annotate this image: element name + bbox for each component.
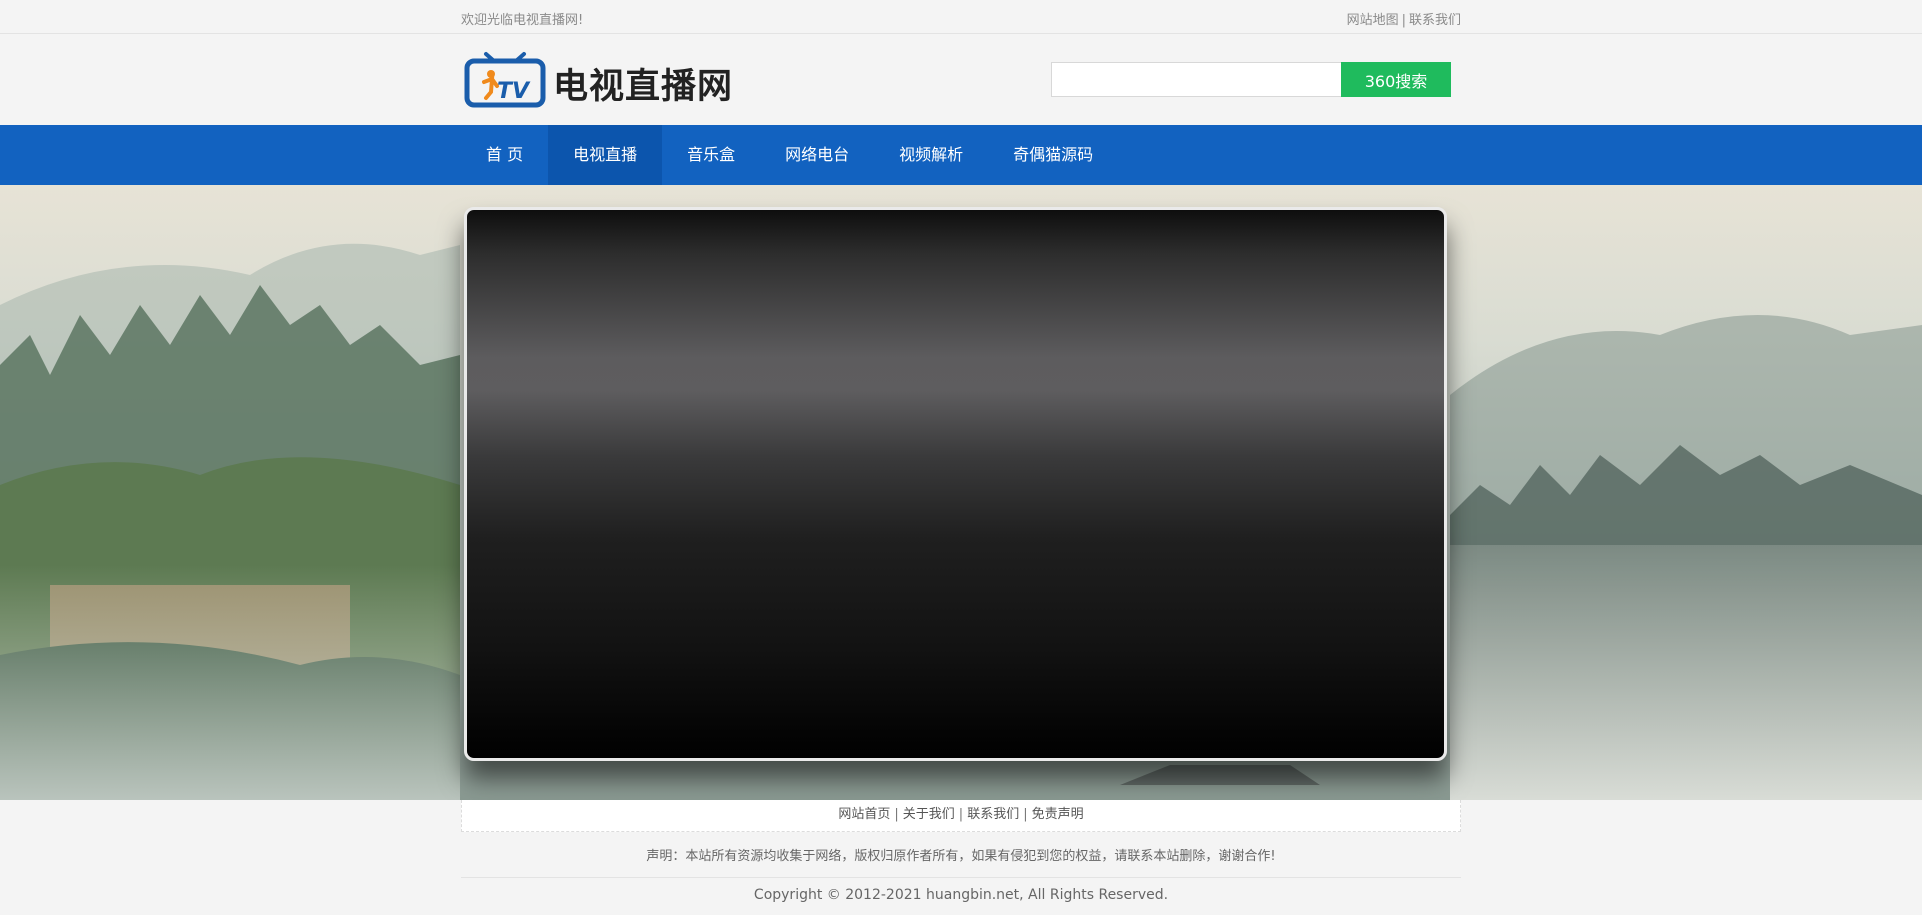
header: TV 电视直播网 360搜索 [0,35,1922,125]
main-nav: 首 页 电视直播 音乐盒 网络电台 视频解析 奇偶猫源码 [0,125,1922,185]
site-logo[interactable]: TV 电视直播网 [464,48,744,108]
logo-icon-text: TV [497,79,531,104]
footer-link-contact[interactable]: 联系我们 [967,807,1019,822]
footer-separator: | [958,807,964,822]
video-player[interactable] [464,207,1447,761]
footer-separator: | [894,807,899,822]
nav-item-home[interactable]: 首 页 [461,125,548,185]
top-bar: 欢迎光临电视直播网! 网站地图 | 联系我们 [0,0,1922,34]
top-links-separator: | [1401,13,1406,28]
footer-link-disclaimer[interactable]: 免责声明 [1032,807,1084,822]
contact-link[interactable]: 联系我们 [1409,13,1461,28]
nav-item-music-box[interactable]: 音乐盒 [662,125,760,185]
footer-links: 网站首页 | 关于我们 | 联系我们 | 免责声明 [461,800,1461,832]
banner-background [0,185,1922,800]
welcome-text: 欢迎光临电视直播网! [461,13,584,28]
footer-separator: | [1023,807,1028,822]
search-button[interactable]: 360搜索 [1341,62,1451,97]
copyright-text: Copyright © 2012-2021 huangbin.net, All … [753,887,1169,903]
nav-item-source-code[interactable]: 奇偶猫源码 [988,125,1118,185]
logo-text: 电视直播网 [553,67,734,107]
nav-item-web-radio[interactable]: 网络电台 [760,125,874,185]
search-input[interactable] [1051,62,1342,97]
nav-list: 首 页 电视直播 音乐盒 网络电台 视频解析 奇偶猫源码 [461,125,1118,185]
footer-divider [461,877,1461,878]
disclaimer-statement: 声明：本站所有资源均收集于网络，版权归原作者所有，如果有侵犯到您的权益，请联系本… [646,849,1276,864]
sitemap-link[interactable]: 网站地图 [1347,13,1399,28]
footer-link-about[interactable]: 关于我们 [903,807,955,822]
nav-item-tv-live[interactable]: 电视直播 [548,125,663,185]
footer-link-home[interactable]: 网站首页 [838,807,890,822]
nav-item-video-parse[interactable]: 视频解析 [874,125,988,185]
tv-logo-icon: TV [464,52,546,108]
top-links: 网站地图 | 联系我们 [1347,9,1461,28]
